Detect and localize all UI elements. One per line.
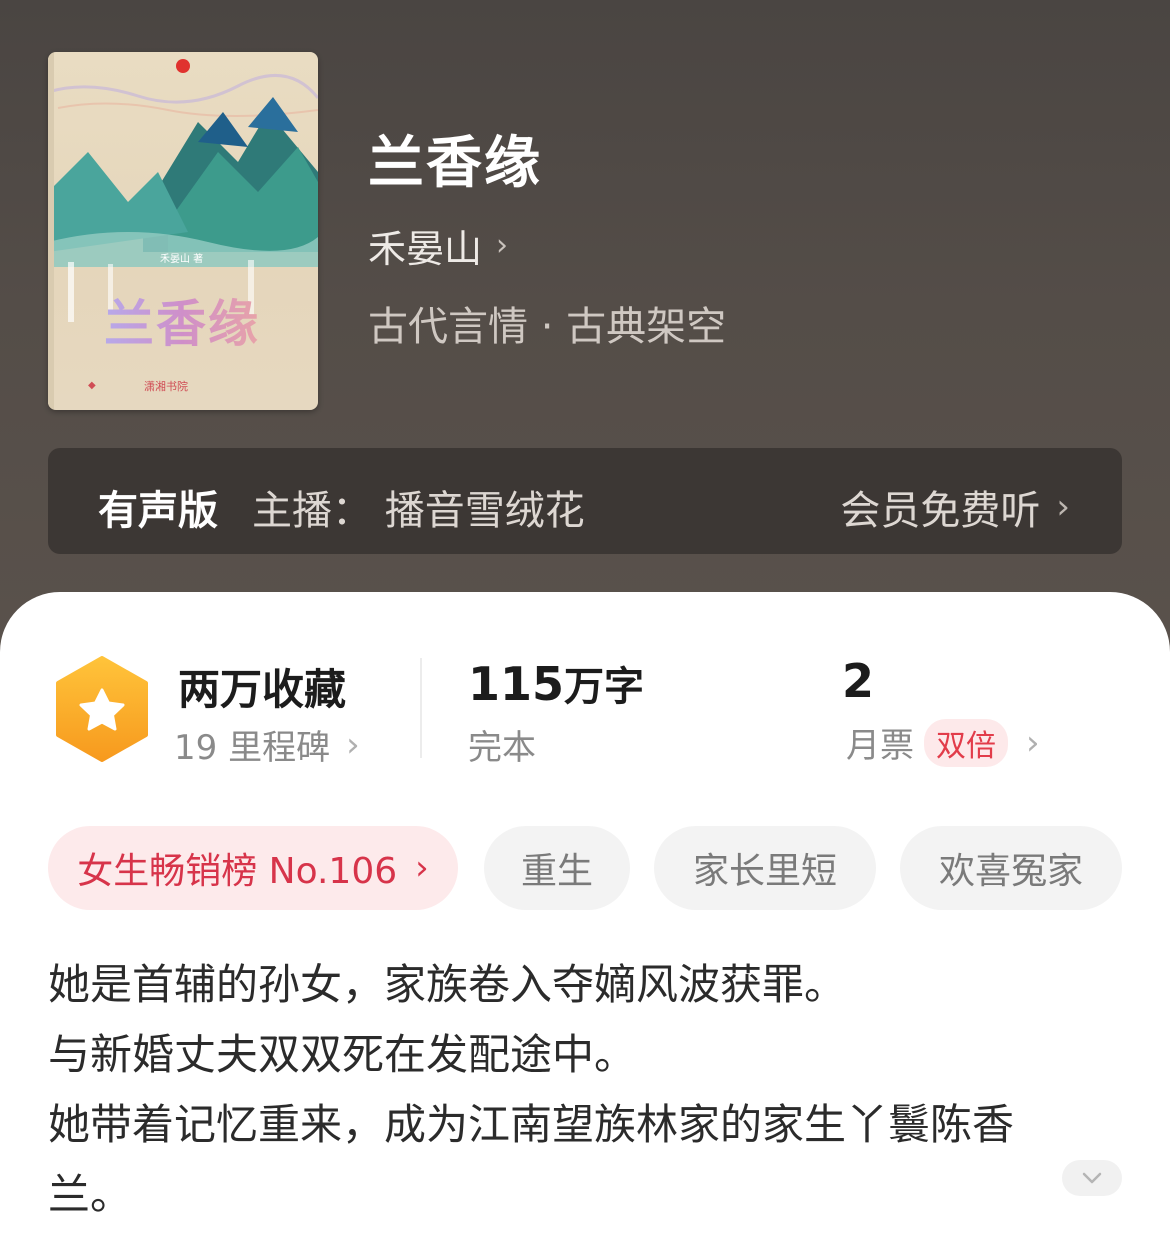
completion-status: 完本 [468,728,536,768]
member-free-listen-link[interactable]: 会员免费听 › [840,478,1070,536]
rank-chip[interactable]: 女生畅销榜 No.106 › [48,826,458,910]
monthly-votes-link[interactable]: 月票 双倍 › [846,718,1040,767]
stats-divider [420,658,422,758]
chevron-right-icon: › [415,848,429,888]
description-line: 兰。 [48,1170,133,1219]
expand-description-button[interactable] [1062,1160,1122,1196]
member-free-listen-label: 会员免费听 [840,488,1041,534]
audio-anchor: 主播： 播音雪绒花 [252,488,585,534]
rank-chip-label: 女生畅销榜 No.106 [77,851,398,892]
milestone-count: 19 里程碑 [174,728,331,768]
book-cover[interactable]: ◆ 禾晏山 著 兰香缘 潇湘书院 [48,52,318,410]
cover-publisher: 潇湘书院 [144,380,188,393]
monthly-votes-count: 2 [842,654,875,708]
cover-landscape-art: ◆ [48,52,318,410]
milestone-link[interactable]: 19 里程碑 › [174,720,360,769]
word-count: 115万字 [468,654,644,712]
chevron-right-icon: › [1026,722,1040,763]
star-badge-icon [54,656,150,766]
monthly-votes-label: 月票 [846,726,914,766]
cover-author: 禾晏山 著 [160,254,204,265]
book-genre: 古代言情 · 古典架空 [368,304,727,350]
word-count-unit: 万字 [564,664,645,710]
tag-chip[interactable]: 重生 [484,826,630,910]
author-link[interactable]: 禾晏山 › [368,218,508,273]
word-count-number: 115 [468,657,565,711]
book-title: 兰香缘 [368,131,542,196]
description-line: 她是首辅的孙女，家族卷入夺嫡风波获罪。 [48,960,847,1009]
double-badge: 双倍 [924,718,1008,767]
svg-text:◆: ◆ [88,380,96,391]
author-name: 禾晏山 [368,227,483,271]
tag-chip[interactable]: 欢喜冤家 [900,826,1122,910]
audio-version-bar[interactable]: 有声版 主播： 播音雪绒花 会员免费听 › [48,448,1122,554]
description-line: 她带着记忆重来，成为江南望族林家的家生丫鬟陈香 [48,1100,1015,1149]
tag-chip[interactable]: 家长里短 [654,826,876,910]
chevron-right-icon: › [1056,487,1070,527]
description-line: 与新婚丈夫双双死在发配途中。 [48,1030,637,1079]
book-description: 她是首辅的孙女，家族卷入夺嫡风波获罪。 与新婚丈夫双双死在发配途中。 她带着记忆… [48,950,1128,1230]
collection-count: 两万收藏 [178,665,347,714]
audio-label: 有声版 [98,488,218,534]
chevron-right-icon: › [496,228,509,263]
chevron-right-icon: › [346,724,360,765]
chevron-down-icon [1082,1172,1102,1184]
cover-title: 兰香缘 [104,284,260,356]
